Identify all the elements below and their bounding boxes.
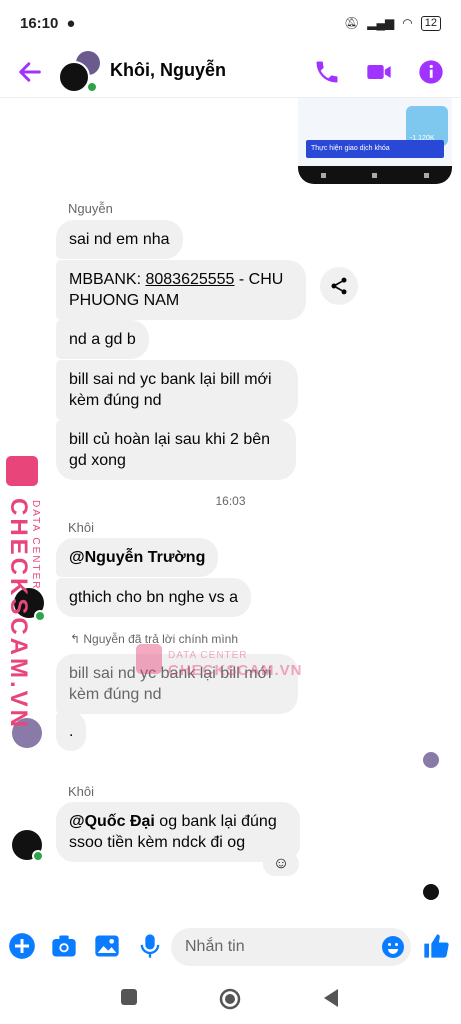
- back-nav-icon[interactable]: [322, 988, 340, 1008]
- add-reaction-button[interactable]: ☺: [263, 852, 299, 876]
- add-reaction-icon: ☺: [272, 855, 290, 872]
- watermark-vertical: CHECKSCAM.VN DATA CENTER: [4, 440, 52, 730]
- plus-icon[interactable]: [8, 932, 36, 960]
- mute-icon: 🔕︎: [344, 16, 360, 30]
- message-list[interactable]: -1.120K Thực hiện giao dịch khóa Nguyễn …: [0, 98, 461, 913]
- like-icon[interactable]: [422, 932, 450, 960]
- group-avatar[interactable]: [58, 51, 100, 93]
- mention[interactable]: @Quốc Đại: [69, 813, 155, 830]
- signal-icon: ▂▄▆: [367, 16, 395, 30]
- online-indicator: [32, 850, 44, 862]
- share-button[interactable]: [320, 267, 358, 305]
- messenger-notification-icon: ●: [66, 14, 76, 32]
- reply-arrow-icon: ↰: [70, 632, 84, 646]
- message-bubble[interactable]: bill củ hoàn lại sau khi 2 bên gd xong: [56, 420, 296, 480]
- watermark-brand: CHECKSCAM.VN: [168, 662, 303, 679]
- watermark-brand: CHECKSCAM.VN: [5, 498, 32, 731]
- share-icon: [331, 277, 347, 295]
- composer: Nhắn tin: [0, 918, 461, 978]
- message-bubble[interactable]: gthich cho bn nghe vs a: [56, 578, 252, 617]
- home-icon[interactable]: [219, 988, 241, 1010]
- image-message[interactable]: -1.120K Thực hiện giao dịch khóa: [298, 98, 452, 184]
- sender-name: Khôi: [68, 784, 95, 799]
- back-arrow-icon[interactable]: [16, 58, 44, 86]
- camera-icon[interactable]: [50, 932, 78, 960]
- image-icon[interactable]: [93, 932, 121, 960]
- video-icon[interactable]: [365, 58, 393, 86]
- message-bubble[interactable]: sai nd em nha: [56, 220, 183, 259]
- lock-icon: [136, 644, 162, 674]
- info-icon[interactable]: [417, 58, 445, 86]
- phone-icon[interactable]: [313, 58, 341, 86]
- watermark-center: DATA CENTER CHECKSCAM.VN: [136, 640, 302, 680]
- message-bubble[interactable]: .: [56, 712, 87, 751]
- battery-level: 12: [420, 15, 441, 31]
- watermark-subtitle: DATA CENTER: [168, 650, 248, 661]
- status-bar: 16:10 ● 🔕︎ ▂▄▆ ◠ 12: [0, 0, 461, 46]
- message-input-placeholder: Nhắn tin: [185, 938, 245, 955]
- mic-icon[interactable]: [136, 932, 164, 960]
- emoji-icon[interactable]: [381, 935, 405, 959]
- sender-name: Nguyễn: [68, 201, 113, 216]
- lock-icon: [6, 456, 38, 486]
- online-indicator: [86, 81, 98, 93]
- message-bubble[interactable]: nd a gd b: [56, 320, 149, 359]
- header-actions: [313, 58, 445, 86]
- watermark-subtitle: DATA CENTER: [30, 500, 41, 591]
- read-receipt-avatar: [423, 884, 439, 900]
- timestamp: 16:03: [215, 494, 246, 508]
- status-time: 16:10: [20, 14, 59, 32]
- recents-icon[interactable]: [120, 988, 138, 1006]
- read-receipt-avatar: [423, 752, 439, 768]
- chat-header: Khôi, Nguyễn: [0, 46, 461, 98]
- status-right: 🔕︎ ▂▄▆ ◠ 12: [344, 15, 441, 31]
- chat-title[interactable]: Khôi, Nguyễn: [110, 60, 226, 81]
- wifi-icon: ◠: [402, 16, 413, 30]
- bank-name: MBBANK:: [69, 271, 146, 288]
- message-input[interactable]: Nhắn tin: [171, 928, 411, 966]
- image-banner: Thực hiện giao dịch khóa: [306, 140, 444, 158]
- sender-name: Khôi: [68, 520, 95, 535]
- system-navigation: [0, 978, 461, 1024]
- message-bubble[interactable]: @Nguyễn Trường: [56, 538, 219, 577]
- message-bubble[interactable]: @Quốc Đại og bank lại đúng ssoo tiền kèm…: [56, 802, 300, 862]
- message-bubble[interactable]: bill sai nd yc bank lại bill mới kèm đún…: [56, 360, 298, 420]
- message-bubble[interactable]: MBBANK: 8083625555 - CHU PHUONG NAM: [56, 260, 306, 320]
- image-navbar: [298, 166, 452, 184]
- mention[interactable]: @Nguyễn Trường: [69, 549, 205, 566]
- account-number[interactable]: 8083625555: [145, 271, 234, 288]
